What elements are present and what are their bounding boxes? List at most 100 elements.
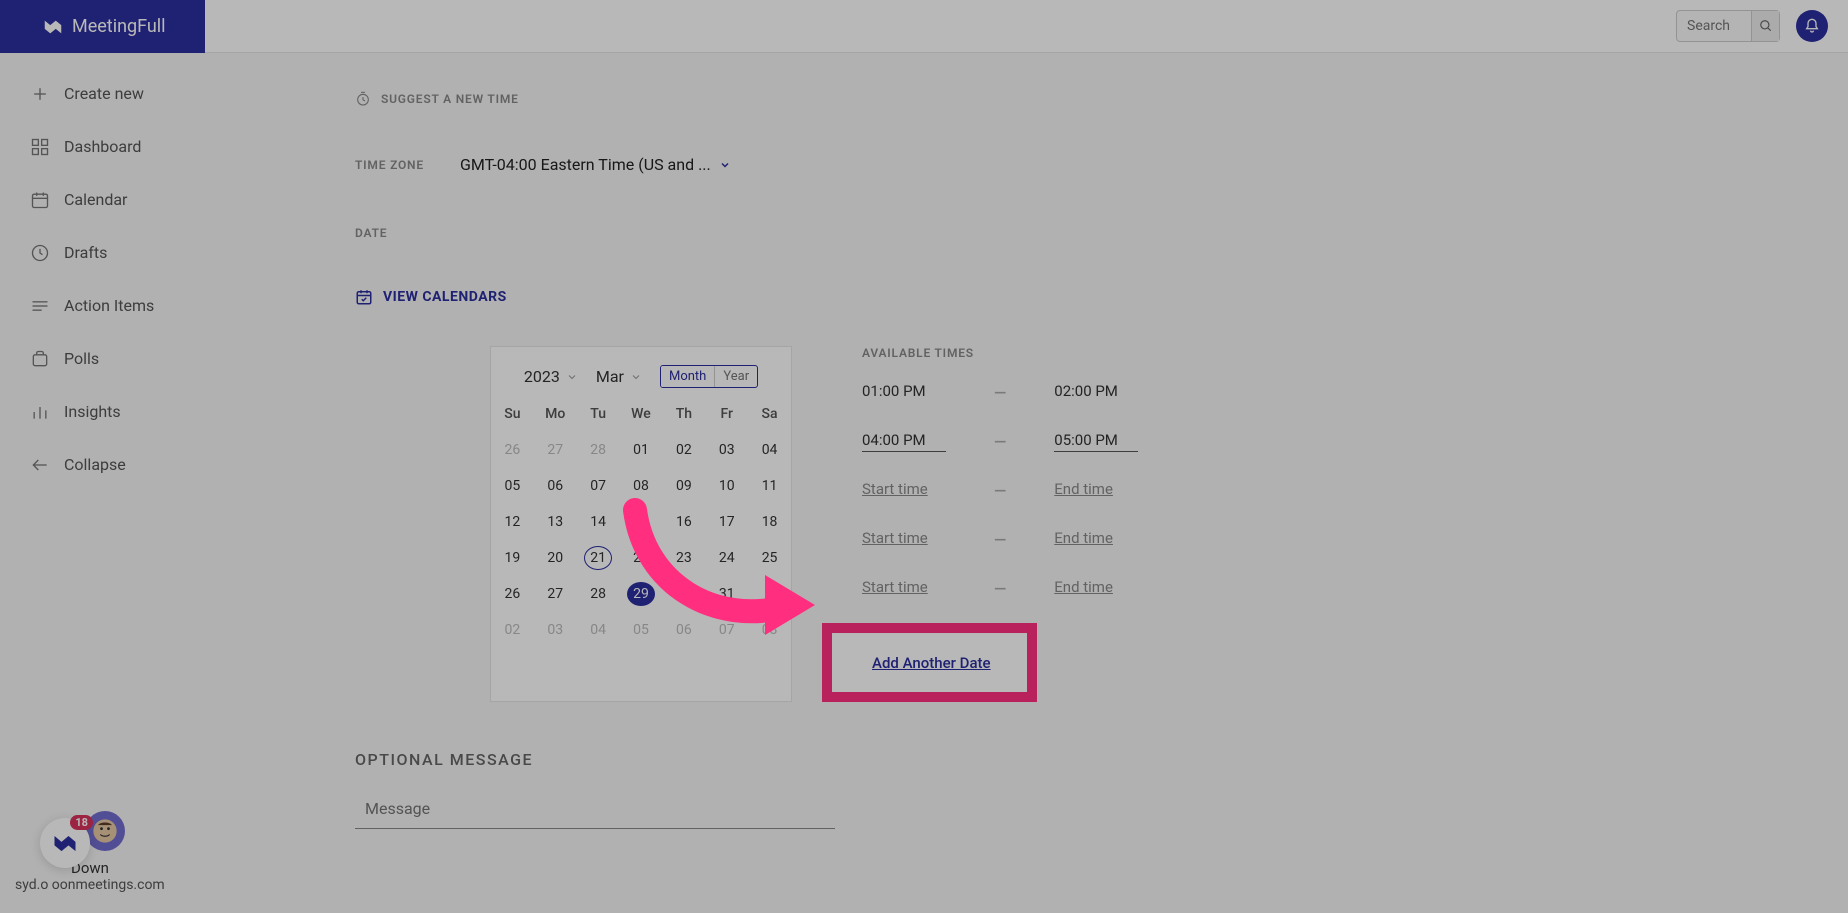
calendar-day[interactable]: 22 (620, 550, 663, 566)
calendar-day[interactable]: 18 (748, 514, 791, 530)
calendar-dow: Th (662, 406, 705, 422)
time-dash: — (994, 383, 1006, 402)
calendar-month-select[interactable]: Mar (596, 367, 642, 386)
notification-badge[interactable]: 18 (40, 818, 90, 868)
timezone-label: TIME ZONE (355, 158, 460, 172)
notifications-button[interactable] (1796, 10, 1828, 42)
search-box[interactable] (1676, 10, 1780, 42)
view-calendars-link[interactable]: VIEW CALENDARS (355, 288, 1848, 306)
app-name: MeetingFull (72, 16, 166, 37)
calendar-day[interactable]: 08 (748, 622, 791, 638)
logo-mark-icon (51, 829, 79, 857)
start-time-field[interactable]: Start time (862, 480, 946, 501)
calendar-day[interactable]: 11 (748, 478, 791, 494)
time-row: Start time—End time (862, 578, 1138, 599)
bell-icon (1804, 18, 1820, 34)
calendar-day[interactable]: 14 (577, 514, 620, 530)
end-time-field[interactable]: End time (1054, 480, 1138, 501)
calendar-day[interactable]: 26 (491, 586, 534, 602)
calendar-day[interactable]: 03 (705, 442, 748, 458)
nav-insights[interactable]: Insights (0, 385, 205, 438)
calendar-day[interactable]: 28 (577, 586, 620, 602)
calendar-day[interactable]: 16 (662, 514, 705, 530)
user-email: syd.o oonmeetings.com (15, 877, 165, 893)
calendar-day[interactable]: 08 (620, 478, 663, 494)
chevron-down-icon (719, 159, 731, 171)
calendar-day[interactable]: 19 (491, 550, 534, 566)
nav-action-items[interactable]: Action Items (0, 279, 205, 332)
end-time-field[interactable]: 05:00 PM (1054, 431, 1138, 452)
calendar-day[interactable]: 17 (705, 514, 748, 530)
time-dash: — (994, 530, 1006, 549)
calendar-day[interactable]: 04 (577, 622, 620, 638)
calendar-day[interactable]: 05 (620, 622, 663, 638)
calendar-day[interactable]: 02 (662, 442, 705, 458)
calendar-day[interactable]: 30 (662, 586, 705, 602)
nav-collapse[interactable]: Collapse (0, 438, 205, 491)
calendar-day[interactable]: 24 (705, 550, 748, 566)
logo-icon (42, 16, 64, 38)
search-button[interactable] (1751, 11, 1779, 41)
calendar-day[interactable]: 05 (491, 478, 534, 494)
search-input[interactable] (1677, 12, 1751, 40)
calendar-dow: Sa (748, 406, 791, 422)
message-input[interactable] (355, 789, 835, 829)
nav-polls[interactable]: Polls (0, 332, 205, 385)
start-time-field[interactable]: Start time (862, 578, 946, 599)
nav-drafts[interactable]: Drafts (0, 226, 205, 279)
calendar-day[interactable]: 15 (620, 514, 663, 530)
end-time-field[interactable]: End time (1054, 578, 1138, 599)
calendar-day[interactable]: 06 (662, 622, 705, 638)
calendar-day[interactable]: 01 (620, 442, 663, 458)
calendar-dow: Tu (577, 406, 620, 422)
calendar-day[interactable]: 25 (748, 550, 791, 566)
start-time-field[interactable]: 01:00 PM (862, 382, 946, 403)
time-row: 01:00 PM — 02:00 PM (862, 382, 1138, 403)
calendar-day[interactable]: 07 (577, 478, 620, 494)
calendar-day[interactable]: 28 (577, 442, 620, 458)
calendar-day[interactable]: 09 (662, 478, 705, 494)
calendar-day[interactable]: 23 (662, 550, 705, 566)
nav-dashboard[interactable]: Dashboard (0, 120, 205, 173)
calendar-year-select[interactable]: 2023 (524, 367, 578, 386)
calendar-day[interactable]: 20 (534, 550, 577, 566)
calendar-day (748, 586, 791, 602)
time-row: Start time — End time (862, 529, 1138, 550)
calendar-day[interactable]: 27 (534, 586, 577, 602)
calendar-day[interactable]: 29 (620, 586, 663, 602)
calendar-day[interactable]: 06 (534, 478, 577, 494)
calendar-check-icon (355, 288, 373, 306)
timezone-select[interactable]: GMT-04:00 Eastern Time (US and ... (460, 155, 731, 174)
end-time-field[interactable]: End time (1054, 529, 1138, 550)
calendar-day[interactable]: 12 (491, 514, 534, 530)
sidebar: MeetingFull Create newDashboardCalendarD… (0, 0, 205, 913)
calendar-day[interactable]: 26 (491, 442, 534, 458)
calendar-day[interactable]: 13 (534, 514, 577, 530)
start-time-field[interactable]: 04:00 PM (862, 431, 946, 452)
calendar-day[interactable]: 03 (534, 622, 577, 638)
start-time-field[interactable]: Start time (862, 529, 946, 550)
calendar-day[interactable]: 31 (705, 586, 748, 602)
calendar-day[interactable]: 07 (705, 622, 748, 638)
time-row: Start time—End time (862, 480, 1138, 501)
toggle-year[interactable]: Year (714, 366, 757, 387)
add-date-highlight: Add Another Date (822, 623, 1037, 702)
optional-message-section: OPTIONAL MESSAGE (355, 750, 1848, 829)
add-another-date-link[interactable]: Add Another Date (872, 654, 991, 672)
time-dash: — (994, 432, 1006, 451)
nav-calendar[interactable]: Calendar (0, 173, 205, 226)
end-time-field[interactable]: 02:00 PM (1054, 382, 1138, 403)
app-logo[interactable]: MeetingFull (0, 0, 205, 53)
nav-create-new[interactable]: Create new (0, 67, 205, 120)
calendar-day[interactable]: 27 (534, 442, 577, 458)
optional-message-label: OPTIONAL MESSAGE (355, 750, 1848, 769)
calendar-day[interactable]: 10 (705, 478, 748, 494)
calendar-grid: SuMoTuWeThFrSa26272801020304050607080910… (491, 406, 791, 638)
calendar-view-toggle[interactable]: Month Year (660, 365, 758, 388)
calendar-day[interactable]: 04 (748, 442, 791, 458)
toggle-month[interactable]: Month (661, 366, 714, 387)
calendar-day[interactable]: 21 (577, 550, 620, 566)
section-suggest-head: SUGGEST A NEW TIME (355, 91, 1848, 107)
calendar-day[interactable]: 02 (491, 622, 534, 638)
available-times-label: AVAILABLE TIMES (862, 346, 1138, 360)
